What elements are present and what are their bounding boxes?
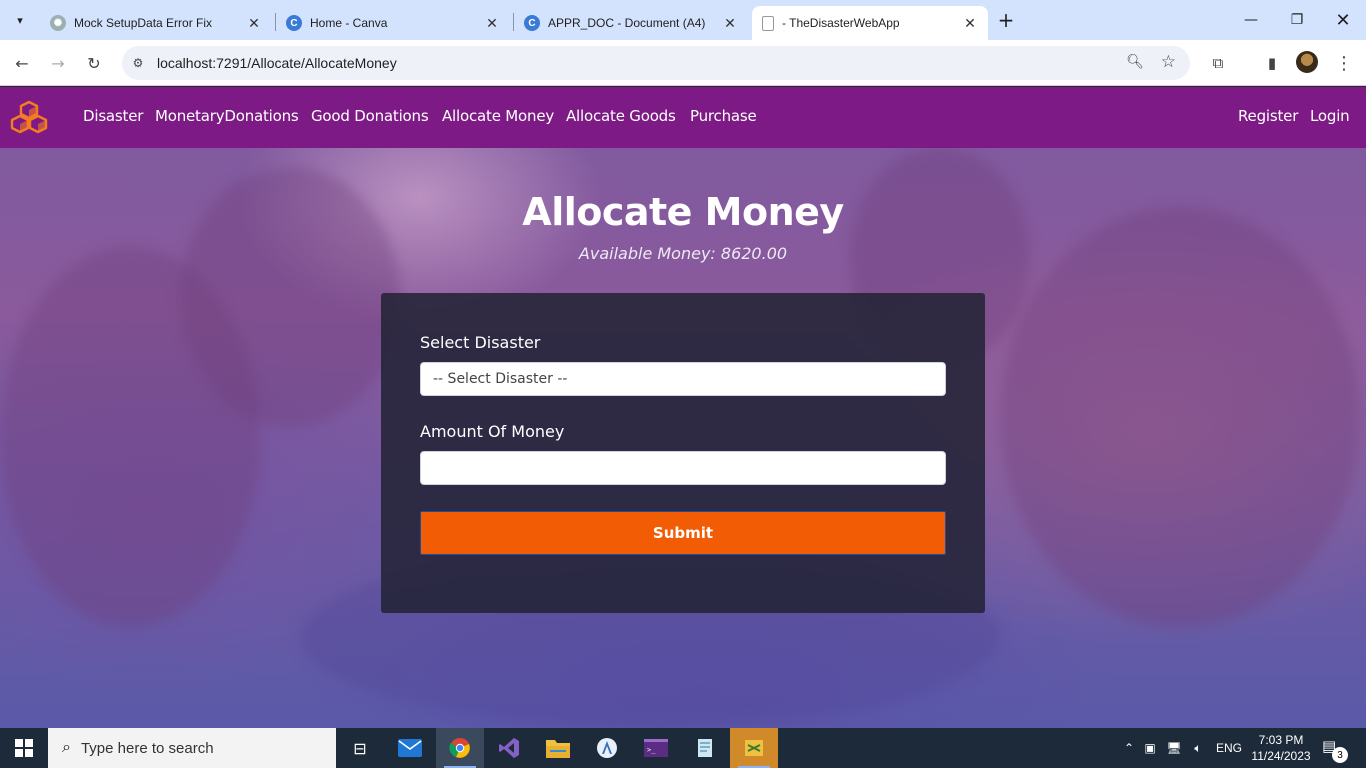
- site-navbar: Disaster MonetaryDonations Good Donation…: [0, 87, 1366, 148]
- tab-title: - TheDisasterWebApp: [782, 16, 900, 30]
- browser-tab-strip: ▾ ✺ Mock SetupData Error Fix ✕ C Home - …: [0, 0, 1366, 40]
- network-icon[interactable]: 🖥︎: [1162, 741, 1186, 755]
- reload-icon[interactable]: ↻: [82, 51, 106, 75]
- url-text[interactable]: localhost:7291/Allocate/AllocateMoney: [157, 55, 397, 71]
- disaster-select[interactable]: -- Select Disaster --: [420, 362, 946, 396]
- close-icon[interactable]: ✕: [722, 15, 738, 31]
- disaster-select-value: -- Select Disaster --: [433, 371, 568, 387]
- nav-link-register[interactable]: Register: [1238, 107, 1298, 125]
- amount-input[interactable]: [420, 451, 946, 485]
- browser-tab-3[interactable]: C APPR_DOC - Document (A4) ✕: [514, 6, 748, 40]
- site-info-icon[interactable]: ⚙: [130, 55, 146, 71]
- page-icon: [762, 15, 774, 31]
- select-disaster-label: Select Disaster: [420, 333, 541, 352]
- bookmark-star-icon[interactable]: ☆: [1161, 52, 1176, 72]
- nav-link-purchase[interactable]: Purchase: [690, 107, 757, 125]
- taskbar-clock[interactable]: 7:03 PM 11/24/2023: [1246, 732, 1316, 764]
- close-icon[interactable]: ✕: [962, 15, 978, 31]
- app-window-icon[interactable]: [730, 728, 778, 768]
- clock-date: 11/24/2023: [1251, 749, 1311, 763]
- canva-icon: C: [524, 15, 540, 31]
- search-icon: ⌕: [62, 739, 71, 756]
- tab-title: APPR_DOC - Document (A4): [548, 16, 706, 30]
- address-bar[interactable]: ⚙ localhost:7291/Allocate/AllocateMoney …: [122, 46, 1190, 80]
- allocate-money-form: Select Disaster -- Select Disaster -- Am…: [381, 293, 985, 613]
- background-foliage: [1000, 207, 1360, 627]
- canva-icon: C: [286, 15, 302, 31]
- nav-link-good-donations[interactable]: Good Donations: [311, 107, 429, 125]
- tab-title: Mock SetupData Error Fix: [74, 16, 213, 30]
- chrome-app-icon[interactable]: [436, 728, 484, 768]
- chatgpt-icon: ✺: [50, 15, 66, 31]
- language-indicator[interactable]: ENG: [1216, 741, 1242, 755]
- nav-link-allocate-goods[interactable]: Allocate Goods: [566, 107, 676, 125]
- extensions-icon[interactable]: ⧉: [1206, 51, 1230, 75]
- browser-toolbar: ← → ↻ ⚙ localhost:7291/Allocate/Allocate…: [0, 40, 1366, 86]
- taskbar-search-placeholder: Type here to search: [80, 739, 214, 757]
- system-tray: ⌃ ▣ 🖥︎ 🔈︎ ENG: [1120, 728, 1242, 768]
- android-studio-icon[interactable]: [583, 728, 631, 768]
- zoom-icon[interactable]: 🔍︎: [1126, 54, 1144, 70]
- browser-tab-2[interactable]: C Home - Canva ✕: [276, 6, 510, 40]
- terminal-app-icon[interactable]: >_: [632, 728, 680, 768]
- tab-search-icon[interactable]: ▾: [8, 8, 32, 32]
- nav-link-allocate-money[interactable]: Allocate Money: [442, 107, 554, 125]
- svg-text:>_: >_: [647, 746, 656, 754]
- restore-icon[interactable]: ❐: [1274, 0, 1320, 40]
- new-tab-plus-icon[interactable]: +: [994, 8, 1018, 32]
- windows-start-icon[interactable]: [0, 728, 48, 768]
- notepad-app-icon[interactable]: [681, 728, 729, 768]
- taskbar-search-input[interactable]: ⌕ Type here to search: [48, 728, 336, 768]
- kebab-menu-icon[interactable]: ⋮: [1332, 51, 1356, 75]
- available-money-text: Available Money: 8620.00: [578, 244, 788, 263]
- clock-time: 7:03 PM: [1258, 733, 1304, 747]
- close-icon[interactable]: ✕: [246, 15, 262, 31]
- tab-title: Home - Canva: [310, 16, 388, 30]
- nav-link-monetary-donations[interactable]: MonetaryDonations: [155, 107, 299, 125]
- notification-count-badge: 3: [1332, 747, 1348, 763]
- windows-taskbar: ⌕ Type here to search ⊟ >_ ⌃ ▣ 🖥︎ 🔈︎ ENG…: [0, 728, 1366, 768]
- browser-tab-4[interactable]: - TheDisasterWebApp ✕: [752, 6, 988, 40]
- side-panel-icon[interactable]: ▮: [1260, 51, 1284, 75]
- meet-now-icon[interactable]: ▣: [1138, 741, 1162, 755]
- volume-icon[interactable]: 🔈︎: [1186, 741, 1210, 756]
- web-page: Disaster MonetaryDonations Good Donation…: [0, 87, 1366, 728]
- page-title: Allocate Money: [522, 190, 844, 234]
- profile-avatar[interactable]: [1296, 51, 1318, 73]
- cubes-logo-icon[interactable]: [10, 100, 48, 134]
- mail-app-icon[interactable]: [386, 728, 434, 768]
- window-close-icon[interactable]: ✕: [1320, 0, 1366, 40]
- back-arrow-icon[interactable]: ←: [10, 51, 34, 75]
- minimize-icon[interactable]: —: [1228, 0, 1274, 40]
- task-view-icon[interactable]: ⊟: [336, 728, 384, 768]
- submit-button[interactable]: Submit: [420, 511, 946, 555]
- amount-of-money-label: Amount Of Money: [420, 422, 565, 441]
- browser-tab-1[interactable]: ✺ Mock SetupData Error Fix ✕: [40, 6, 272, 40]
- nav-link-disaster[interactable]: Disaster: [83, 107, 143, 125]
- forward-arrow-icon[interactable]: →: [46, 51, 70, 75]
- visual-studio-icon[interactable]: [485, 728, 533, 768]
- file-explorer-icon[interactable]: [534, 728, 582, 768]
- nav-link-login[interactable]: Login: [1310, 107, 1350, 125]
- chevron-up-icon[interactable]: ⌃: [1120, 741, 1138, 755]
- close-icon[interactable]: ✕: [484, 15, 500, 31]
